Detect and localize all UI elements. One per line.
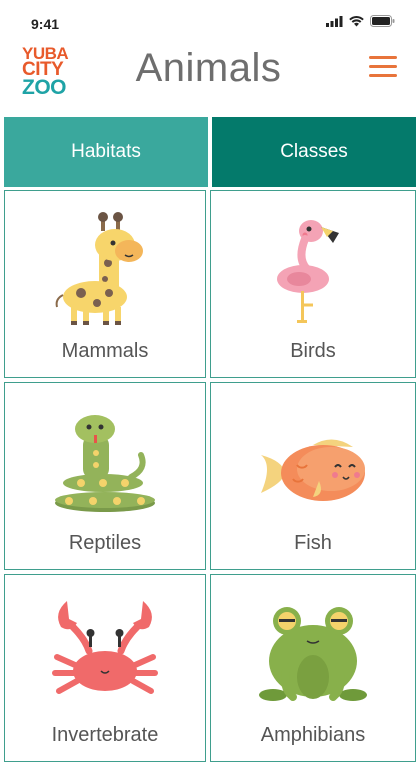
card-label-reptiles: Reptiles: [68, 532, 142, 554]
card-label-invertebrate: Invertebrate: [51, 724, 159, 746]
status-time: 9:41: [31, 16, 60, 32]
card-fish[interactable]: Fish: [210, 382, 416, 570]
tab-habitats[interactable]: Habitats: [4, 117, 208, 187]
card-amphibians[interactable]: Amphibians: [210, 574, 416, 762]
giraffe-icon: [55, 212, 143, 325]
category-tabs: Habitats Classes: [4, 117, 416, 187]
snake-icon: [55, 415, 155, 512]
fish-icon: [261, 439, 365, 501]
menu-bar: [369, 65, 397, 68]
card-label-fish: Fish: [294, 532, 332, 554]
class-grid: Mammals Birds Reptiles Fish Invertebrate…: [4, 190, 416, 762]
status-icons: [326, 15, 395, 27]
status-bar: 9:41: [0, 0, 417, 44]
battery-icon: [370, 15, 395, 27]
card-reptiles[interactable]: Reptiles: [4, 382, 206, 570]
menu-bar: [369, 56, 397, 59]
card-birds[interactable]: Birds: [210, 190, 416, 378]
hamburger-menu-icon[interactable]: [369, 56, 397, 80]
frog-icon: [259, 607, 367, 701]
card-mammals[interactable]: Mammals: [4, 190, 206, 378]
tab-classes[interactable]: Classes: [212, 117, 416, 187]
signal-icon: [326, 15, 343, 27]
card-label-amphibians: Amphibians: [260, 724, 366, 746]
wifi-icon: [349, 15, 364, 26]
menu-bar: [369, 74, 397, 77]
app-header: YUBA CITY ZOO Animals: [0, 44, 417, 116]
page-title: Animals: [135, 46, 282, 90]
card-invertebrate[interactable]: Invertebrate: [4, 574, 206, 762]
crab-icon: [52, 601, 158, 694]
card-label-birds: Birds: [290, 340, 336, 362]
flamingo-icon: [277, 220, 339, 323]
card-label-mammals: Mammals: [61, 340, 149, 362]
